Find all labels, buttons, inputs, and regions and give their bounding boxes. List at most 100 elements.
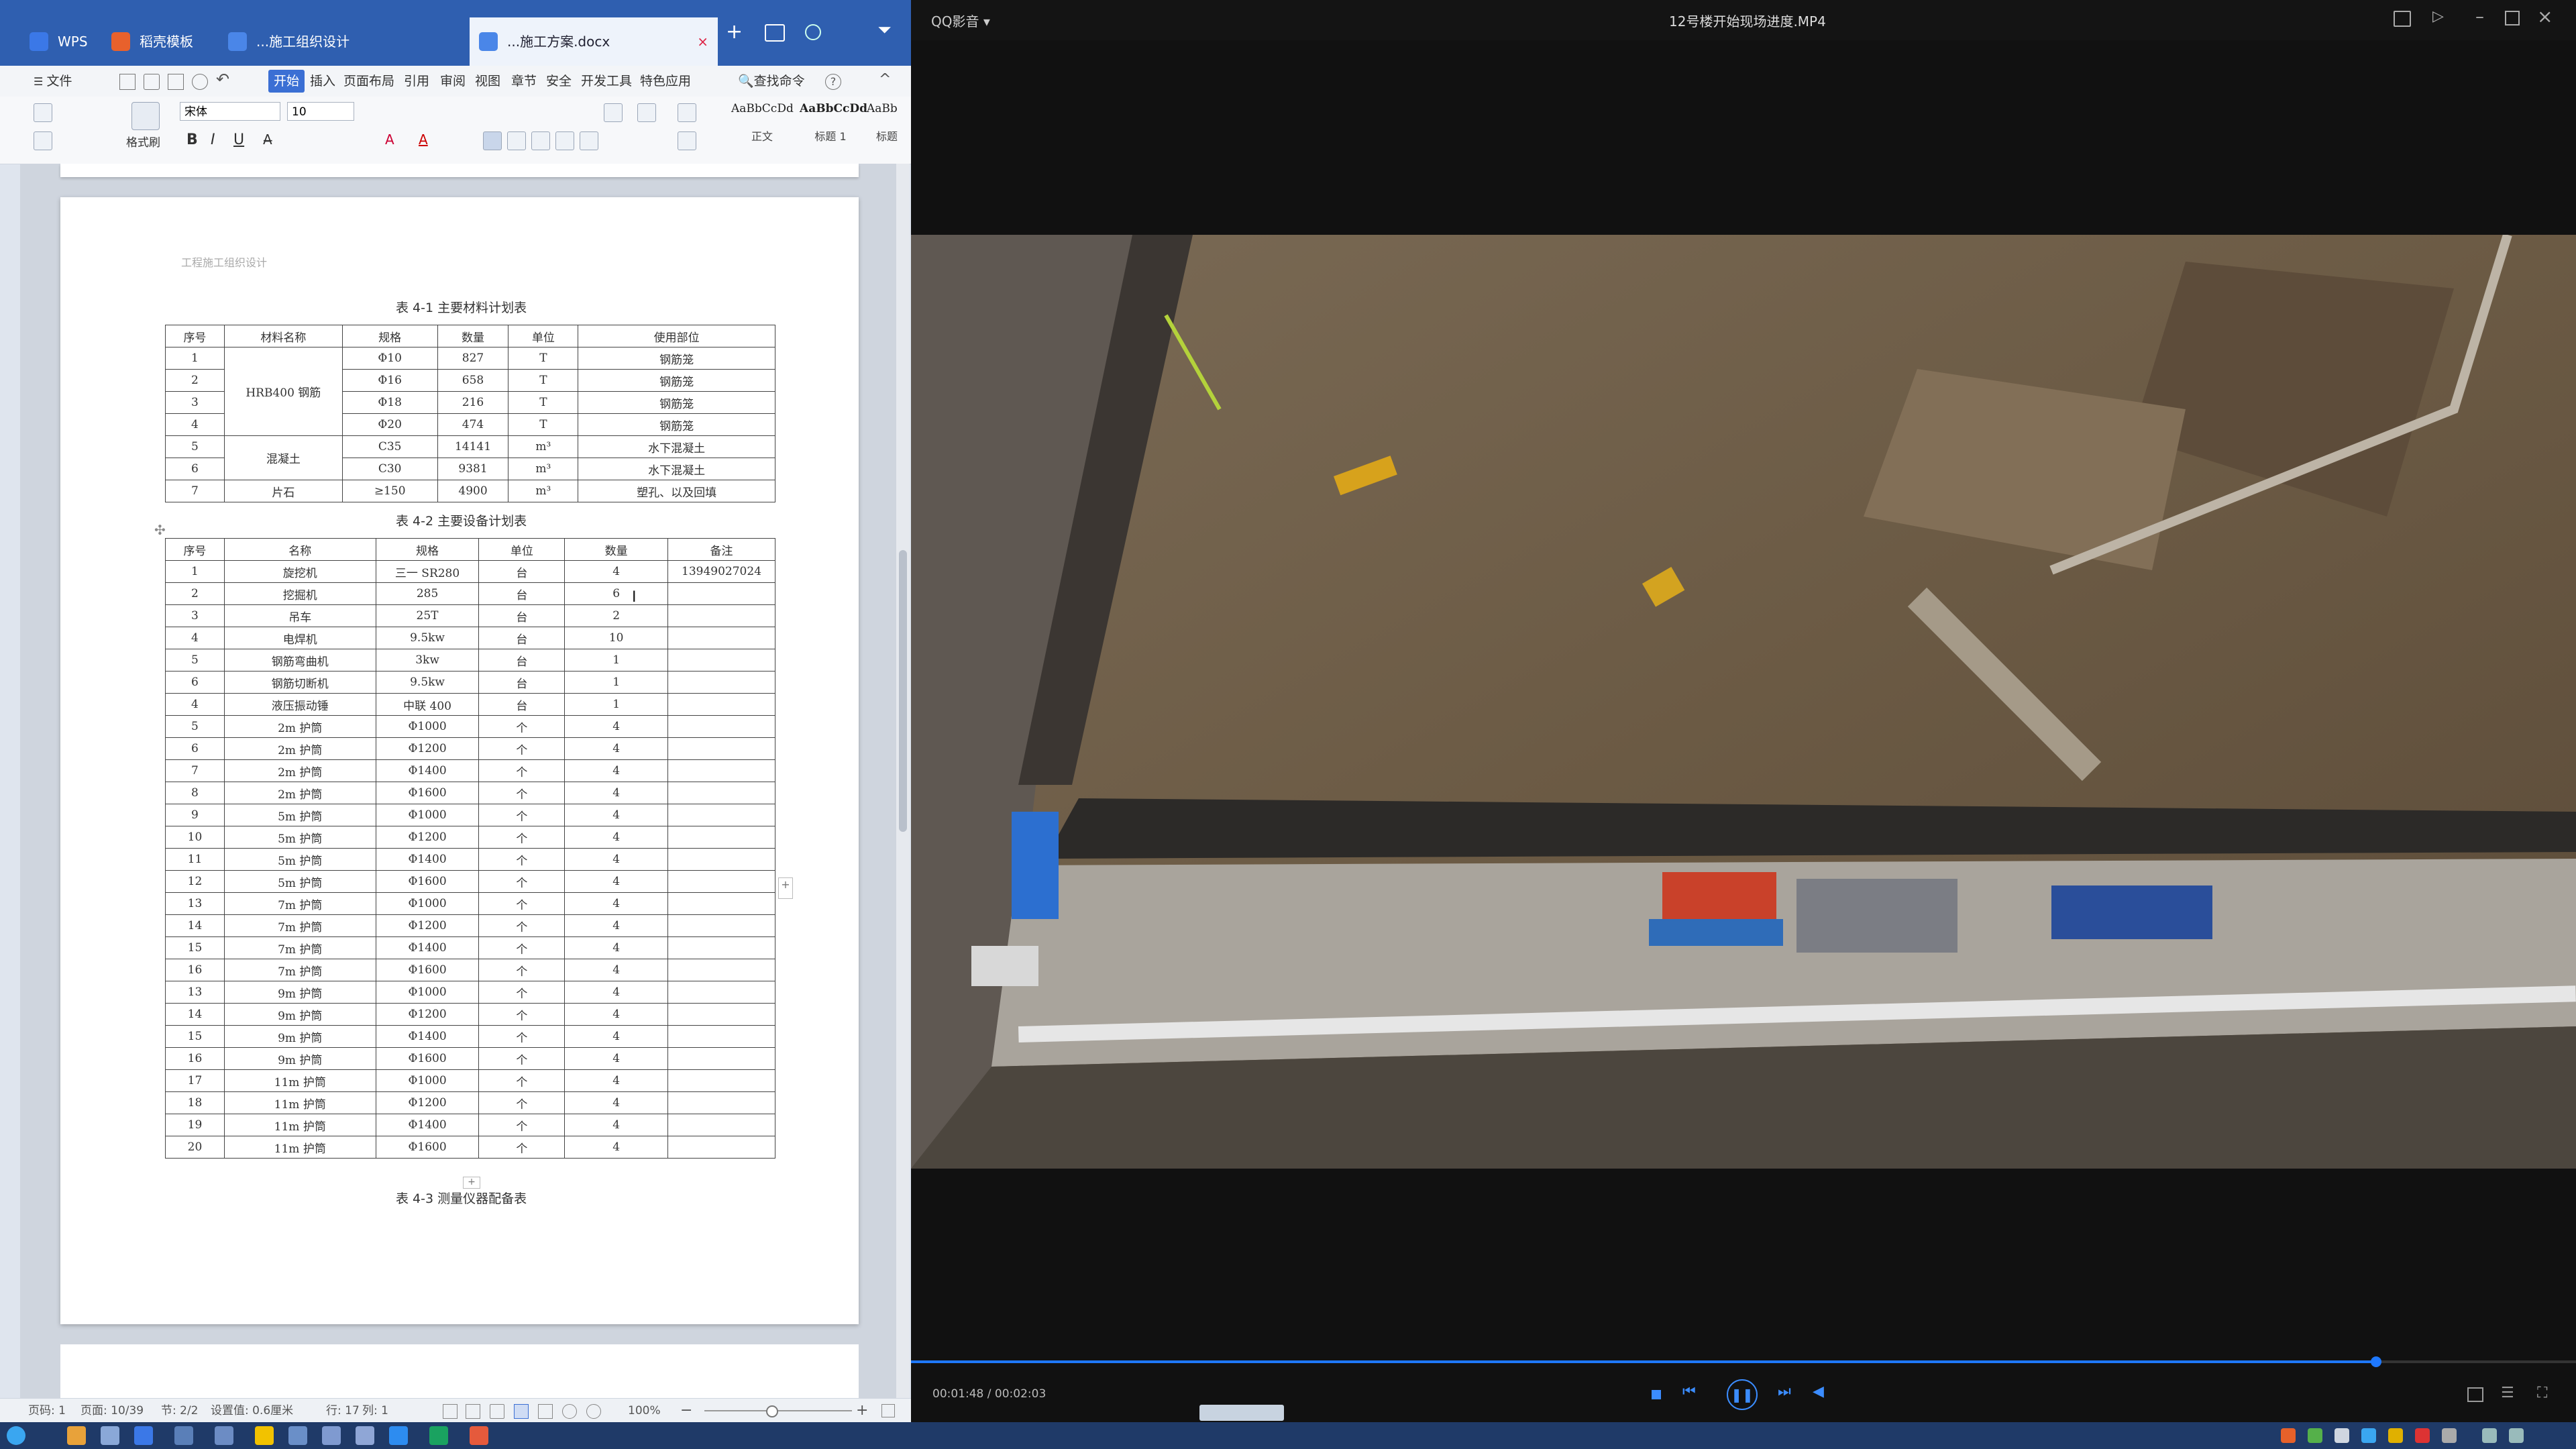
document-area[interactable]: 工程施工组织设计 表 4-1 主要材料计划表 序号 材料名称 规格 数量 单位 …: [20, 164, 906, 1398]
format-painter-icon[interactable]: [131, 102, 160, 130]
stop-icon[interactable]: [1652, 1390, 1661, 1399]
tray-icon[interactable]: [2442, 1428, 2457, 1443]
volume-icon[interactable]: ◀: [1813, 1383, 1824, 1400]
menu-chapter[interactable]: 章节: [511, 66, 537, 97]
settings-icon[interactable]: ☰: [2501, 1385, 2514, 1401]
view-page-icon[interactable]: [514, 1404, 529, 1419]
menu-review[interactable]: 审阅: [440, 66, 466, 97]
mini-mode-icon[interactable]: [2394, 11, 2411, 27]
always-on-top-icon[interactable]: ▷: [2432, 8, 2444, 25]
progress-handle[interactable]: [2371, 1356, 2382, 1367]
previous-icon[interactable]: ⏮: [1682, 1383, 1696, 1400]
minimize-icon[interactable]: –: [2475, 7, 2484, 27]
eye-protect-icon[interactable]: [586, 1404, 601, 1419]
taskbar-app-icon[interactable]: [288, 1426, 307, 1445]
menu-references[interactable]: 引用: [404, 66, 429, 97]
fullscreen-icon[interactable]: [881, 1404, 895, 1417]
menu-developer[interactable]: 开发工具: [581, 66, 632, 97]
tab-template[interactable]: 稻壳模板: [102, 17, 216, 66]
view-outline-icon[interactable]: [466, 1404, 480, 1419]
zoom-out-icon[interactable]: −: [680, 1399, 692, 1423]
menu-view[interactable]: 视图: [475, 66, 500, 97]
menu-home[interactable]: 开始: [268, 70, 305, 93]
tray-icon[interactable]: [2361, 1428, 2376, 1443]
table-move-handle-icon[interactable]: ✣: [154, 522, 166, 538]
strikethrough-button[interactable]: A̶: [263, 131, 272, 148]
style-normal[interactable]: AaBbCcDd 正文: [731, 102, 794, 158]
zoom-slider-handle[interactable]: [766, 1405, 778, 1417]
taskbar-explorer-icon[interactable]: [67, 1426, 86, 1445]
pin-icon[interactable]: ⏷: [877, 20, 892, 41]
tab-construction-doc[interactable]: ...施工组织设计: [219, 17, 467, 66]
taskbar-app-icon[interactable]: [356, 1426, 374, 1445]
volume-slider[interactable]: [1199, 1405, 1284, 1421]
font-size-select[interactable]: 10: [287, 102, 354, 121]
indent-icon[interactable]: [678, 103, 696, 122]
taskbar-app-icon[interactable]: [215, 1426, 233, 1445]
preview-icon[interactable]: [192, 74, 208, 90]
view-read-icon[interactable]: [538, 1404, 553, 1419]
start-button-icon[interactable]: [7, 1426, 25, 1445]
print-icon[interactable]: [168, 74, 184, 90]
taskbar-desktop-icon[interactable]: [101, 1426, 119, 1445]
tray-icon[interactable]: [2334, 1428, 2349, 1443]
zoom-slider[interactable]: [704, 1410, 852, 1411]
close-tab-icon[interactable]: ×: [697, 17, 708, 66]
bullet-list-icon[interactable]: [604, 103, 623, 122]
menu-file[interactable]: ☰ 文件: [34, 66, 72, 97]
scrollbar-thumb[interactable]: [899, 550, 907, 832]
numbered-list-icon[interactable]: [637, 103, 656, 122]
line-spacing-icon[interactable]: [580, 131, 598, 150]
font-color-icon[interactable]: A: [419, 131, 428, 148]
justify-icon[interactable]: [555, 131, 574, 150]
taskbar-app-icon[interactable]: [322, 1426, 341, 1445]
player-app-menu[interactable]: QQ影音 ▾: [931, 11, 990, 30]
menu-security[interactable]: 安全: [546, 66, 572, 97]
underline-button[interactable]: U: [233, 131, 244, 148]
tray-icon[interactable]: [2415, 1428, 2430, 1443]
command-search[interactable]: 🔍查找命令: [738, 66, 805, 97]
style-heading-1[interactable]: AaBbCcDd 标题 1: [800, 102, 867, 158]
window-layout-icon[interactable]: [765, 24, 785, 42]
highlight-icon[interactable]: A: [385, 131, 394, 148]
view-web-icon[interactable]: [562, 1404, 577, 1419]
taskbar-wps-icon[interactable]: [470, 1426, 488, 1445]
undo-icon[interactable]: ↶: [216, 70, 229, 89]
save-icon[interactable]: [119, 74, 136, 90]
fullscreen-icon[interactable]: ⛶: [2537, 1385, 2547, 1401]
zoom-level[interactable]: 100%: [628, 1399, 661, 1423]
menu-special[interactable]: 特色应用: [640, 66, 691, 97]
zoom-in-icon[interactable]: +: [856, 1399, 868, 1423]
align-left-icon[interactable]: [483, 131, 502, 150]
network-icon[interactable]: [2482, 1428, 2497, 1443]
close-icon[interactable]: ×: [2537, 5, 2553, 28]
collapse-ribbon-icon[interactable]: ^: [879, 71, 891, 88]
border-icon[interactable]: [678, 131, 696, 150]
video-frame[interactable]: [911, 235, 2576, 1169]
taskbar-folder-icon[interactable]: [255, 1426, 274, 1445]
taskbar-app-icon[interactable]: [174, 1426, 193, 1445]
tab-wps-home[interactable]: WPS: [20, 17, 101, 66]
view-edit-icon[interactable]: [490, 1404, 504, 1419]
tab-active-doc[interactable]: ...施工方案.docx ×: [470, 17, 718, 66]
user-avatar-icon[interactable]: [805, 24, 821, 40]
italic-button[interactable]: I: [211, 131, 215, 148]
export-icon[interactable]: [144, 74, 160, 90]
font-name-select[interactable]: 宋体: [180, 102, 280, 121]
menu-page-layout[interactable]: 页面布局: [343, 66, 394, 97]
document-page[interactable]: 工程施工组织设计 表 4-1 主要材料计划表 序号 材料名称 规格 数量 单位 …: [60, 197, 859, 1324]
pause-icon[interactable]: ❚❚: [1727, 1379, 1758, 1410]
menu-insert[interactable]: 插入: [310, 66, 335, 97]
next-icon[interactable]: ⏭: [1778, 1383, 1791, 1400]
material-table[interactable]: 序号 材料名称 规格 数量 单位 使用部位 1 HRB400 钢筋 Φ10 827…: [165, 325, 775, 502]
add-row-icon[interactable]: +: [463, 1177, 480, 1189]
align-right-icon[interactable]: [531, 131, 550, 150]
screenshot-icon[interactable]: [2467, 1387, 2483, 1402]
bold-button[interactable]: B: [186, 131, 198, 148]
taskbar-qq-icon[interactable]: [389, 1426, 408, 1445]
taskbar-browser-icon[interactable]: [134, 1426, 153, 1445]
align-center-icon[interactable]: [507, 131, 526, 150]
help-icon[interactable]: ?: [825, 74, 841, 90]
new-tab-icon[interactable]: +: [726, 20, 743, 44]
add-column-icon[interactable]: +: [778, 877, 793, 899]
